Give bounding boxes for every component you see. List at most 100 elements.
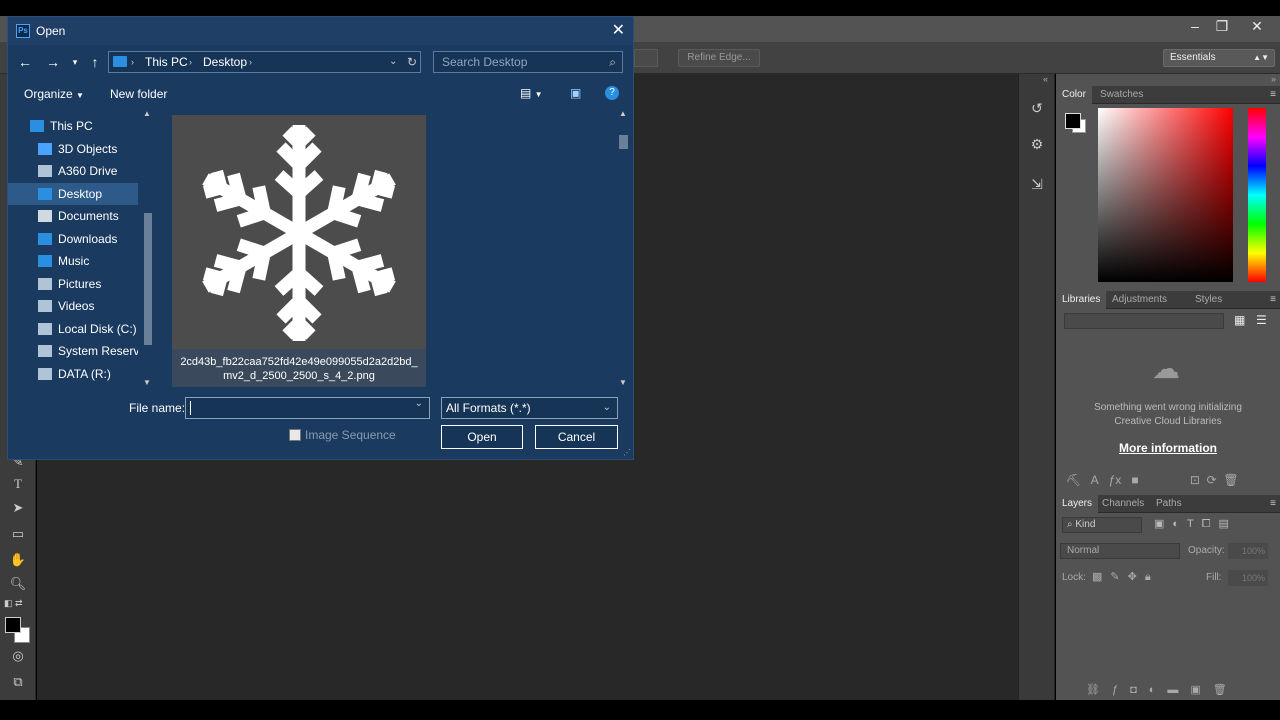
tree-item-3d-objects[interactable]: 3D Objects: [8, 138, 138, 160]
panel-menu-icon[interactable]: ≡: [1270, 495, 1276, 513]
tree-item-system-reservec[interactable]: System Reservec: [8, 340, 138, 362]
tree-item-desktop[interactable]: Desktop: [8, 182, 138, 205]
cancel-button[interactable]: Cancel: [535, 425, 618, 449]
close-icon[interactable]: ✕: [612, 17, 625, 45]
new-folder-button[interactable]: New folder: [110, 87, 167, 101]
hue-slider[interactable]: [1248, 108, 1266, 282]
sync-icon[interactable]: ⟳: [1207, 473, 1217, 487]
tree-item-documents[interactable]: Documents: [8, 205, 138, 227]
grid-view-icon[interactable]: ▦: [1234, 313, 1245, 327]
tab-swatches[interactable]: Swatches: [1094, 86, 1149, 104]
quick-mask-icon[interactable]: ◎: [7, 646, 29, 666]
zoom-tool-icon[interactable]: 🔍︎: [7, 574, 29, 594]
options-field[interactable]: [634, 49, 658, 67]
help-icon[interactable]: ?: [605, 86, 619, 100]
file-list-scroll-thumb[interactable]: [619, 135, 628, 149]
file-name-input[interactable]: ⌄: [185, 397, 430, 419]
refresh-icon[interactable]: ↻: [407, 52, 417, 72]
type-tool-icon[interactable]: T: [7, 474, 29, 494]
tab-adjustments[interactable]: Adjustments: [1106, 291, 1173, 309]
chevron-down-icon[interactable]: ⌄: [389, 52, 397, 72]
hand-tool-icon[interactable]: ✋: [7, 550, 29, 570]
kind-filter-select[interactable]: ⌕ Kind: [1062, 517, 1142, 533]
color-field[interactable]: [1098, 108, 1233, 282]
tree-item-a360-drive[interactable]: A360 Drive: [8, 160, 138, 182]
layer-filter-icons[interactable]: ▣◐T⧠▤: [1154, 517, 1237, 531]
brush-settings-icon[interactable]: ⇲: [1027, 174, 1047, 194]
scroll-up-icon[interactable]: ▲: [143, 109, 151, 118]
tab-paths[interactable]: Paths: [1150, 495, 1188, 513]
chevron-down-icon[interactable]: ⌄: [415, 398, 423, 409]
file-format-select[interactable]: All Formats (*.*) ⌄: [441, 397, 618, 419]
add-content-icon[interactable]: ⛏: [1066, 473, 1081, 487]
properties-icon[interactable]: ⚙: [1027, 134, 1047, 154]
fill-field[interactable]: 100%: [1228, 570, 1268, 586]
workspace-select[interactable]: Essentials ▲▼: [1163, 49, 1275, 67]
scroll-down-icon[interactable]: ▼: [619, 378, 627, 387]
tree-item-this-pc[interactable]: This PC: [8, 115, 138, 137]
scroll-up-icon[interactable]: ▲: [619, 109, 627, 118]
library-select[interactable]: [1064, 313, 1224, 329]
blend-mode-select[interactable]: Normal: [1060, 543, 1180, 559]
screen-mode-icon[interactable]: ⧉: [7, 672, 29, 692]
tree-item-label: DATA (R:): [58, 366, 111, 381]
tab-channels[interactable]: Channels: [1096, 495, 1150, 513]
refine-edge-button[interactable]: Refine Edge...: [678, 49, 760, 67]
organize-button[interactable]: Organize ▼: [24, 87, 84, 101]
address-bar[interactable]: › This PC › Desktop › ⌄ ↻: [108, 51, 421, 73]
collapse-panels-icon[interactable]: »: [1271, 74, 1276, 84]
lock-icons[interactable]: ▩✎✥🔒︎: [1092, 570, 1159, 584]
music-icon: [38, 255, 52, 267]
path-selection-tool-icon[interactable]: ➤: [7, 498, 29, 518]
libraries-panel-tabs: Libraries Adjustments Styles ≡: [1056, 291, 1280, 309]
tree-item-local-disk-c[interactable]: Local Disk (C:): [8, 318, 138, 340]
breadcrumb-desktop[interactable]: Desktop: [203, 52, 247, 72]
default-colors-icon[interactable]: ◧ ⇄: [4, 598, 23, 609]
foreground-color-swatch[interactable]: [1065, 113, 1081, 129]
scroll-down-icon[interactable]: ▼: [143, 378, 151, 387]
history-icon[interactable]: ↺: [1027, 98, 1047, 118]
foreground-color-swatch[interactable]: [5, 617, 21, 633]
breadcrumb-this-pc[interactable]: This PC: [145, 52, 188, 72]
stock-icon[interactable]: ⊡: [1190, 473, 1200, 487]
file-item[interactable]: 2cd43b_fb22caa752fd42e49e099055d2a2d2bd_…: [172, 115, 426, 387]
fx-icon[interactable]: ƒx: [1109, 473, 1122, 487]
panel-menu-icon[interactable]: ≡: [1270, 291, 1276, 309]
more-information-link[interactable]: More information: [1076, 441, 1260, 455]
collapse-arrows-icon[interactable]: «: [1043, 74, 1048, 84]
forward-arrow-icon[interactable]: →: [44, 53, 62, 71]
search-input[interactable]: Search Desktop ⌕: [433, 51, 623, 73]
tree-item-label: Desktop: [58, 186, 103, 201]
tab-styles[interactable]: Styles: [1189, 291, 1228, 309]
image-sequence-checkbox[interactable]: [289, 429, 301, 441]
list-view-icon[interactable]: ☰: [1256, 313, 1267, 327]
resize-grip-icon[interactable]: ⋰: [623, 448, 631, 457]
rectangle-tool-icon[interactable]: ▭: [7, 524, 29, 544]
restore-icon[interactable]: ❐: [1205, 16, 1239, 38]
tab-layers[interactable]: Layers: [1056, 495, 1099, 513]
navigation-scroll-thumb[interactable]: [144, 213, 152, 345]
tree-item-data-r[interactable]: DATA (R:): [8, 363, 138, 385]
trash-icon[interactable]: 🗑︎: [1223, 473, 1238, 487]
open-button[interactable]: Open: [441, 425, 523, 449]
tree-item-videos[interactable]: Videos: [8, 295, 138, 317]
square-icon[interactable]: ■: [1131, 473, 1138, 487]
tab-libraries[interactable]: Libraries: [1056, 291, 1107, 309]
preview-pane-icon[interactable]: ▣: [570, 86, 581, 100]
close-icon[interactable]: ✕: [1240, 16, 1274, 38]
layers-footer-icons[interactable]: ⛓ƒ◘◐▬▣🗑︎: [1086, 683, 1239, 696]
opacity-field[interactable]: 100%: [1228, 543, 1268, 559]
up-arrow-icon[interactable]: ↑: [86, 53, 104, 71]
change-view-icon[interactable]: ▤ ▼: [520, 86, 543, 100]
tab-color[interactable]: Color: [1056, 86, 1092, 104]
back-arrow-icon[interactable]: ←: [16, 53, 34, 71]
tree-item-music[interactable]: Music: [8, 250, 138, 272]
tree-item-downloads[interactable]: Downloads: [8, 228, 138, 250]
tree-item-pictures[interactable]: Pictures: [8, 273, 138, 295]
search-icon: ⌕: [1067, 519, 1073, 530]
open-dialog: Ps Open ✕ ← → ▾ ↑ › This PC › Desktop › …: [7, 16, 634, 460]
file-list-scrollbar[interactable]: ▲ ▼: [616, 109, 630, 387]
text-style-icon[interactable]: A: [1091, 473, 1099, 487]
recent-locations-chevron-icon[interactable]: ▾: [66, 53, 84, 71]
panel-menu-icon[interactable]: ≡: [1270, 86, 1276, 104]
